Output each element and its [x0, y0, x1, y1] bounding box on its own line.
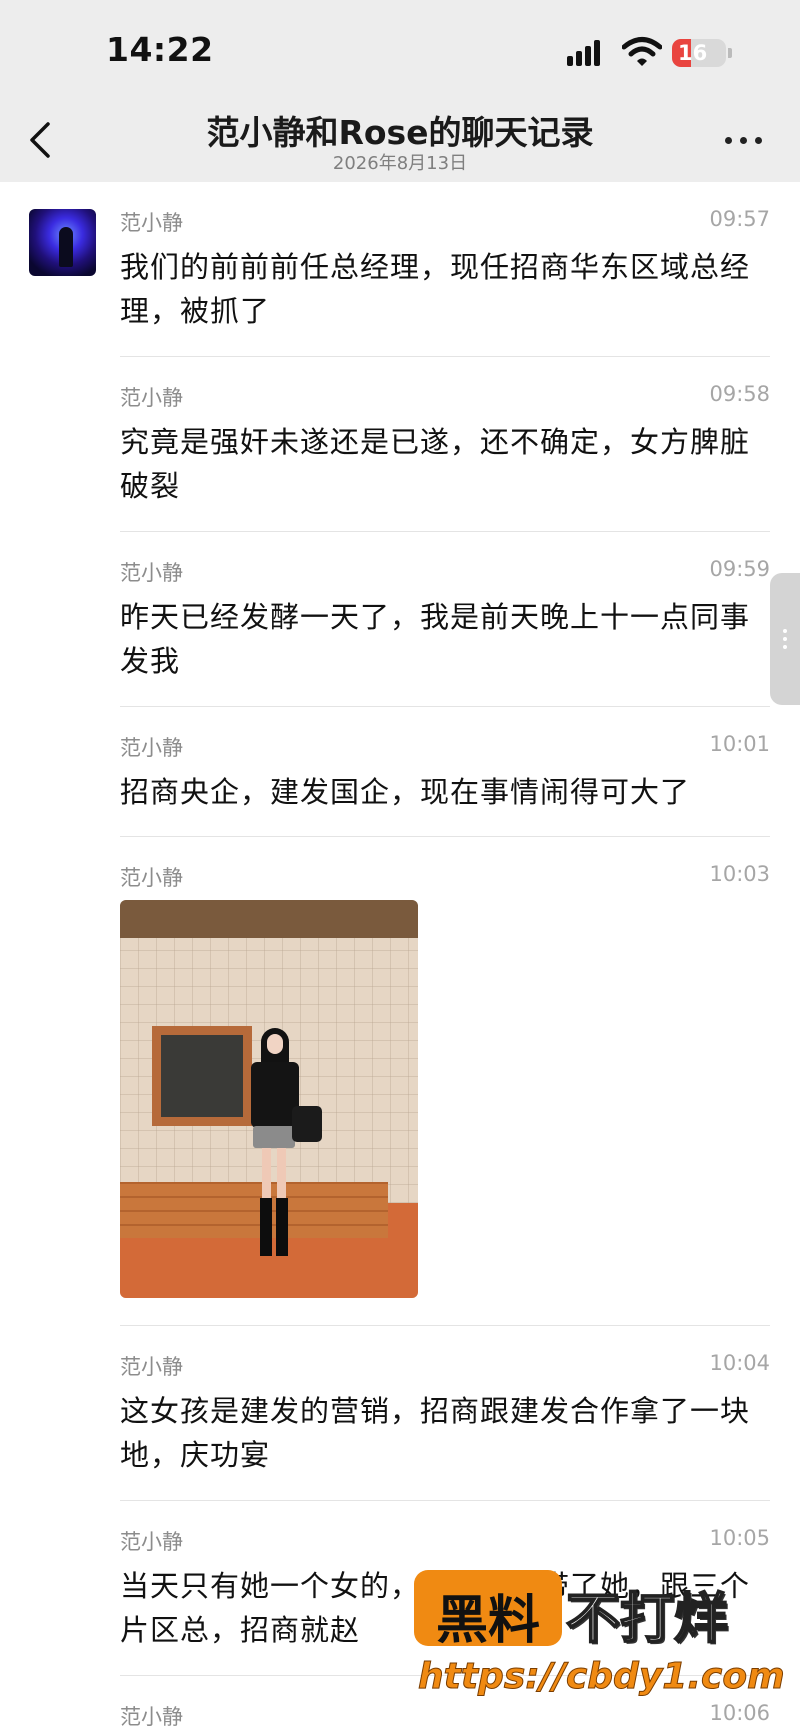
battery-cap [728, 48, 732, 58]
more-dot [740, 137, 747, 144]
message-text: 昨天已经发酵一天了，我是前天晚上十一点同事发我 [120, 600, 751, 678]
message-sender: 范小静 [120, 386, 183, 410]
side-drag-handle[interactable] [770, 573, 800, 705]
message-text: 究竟是强奸未遂还是已遂，还不确定，女方脾脏破裂 [120, 425, 751, 503]
avatar-figure [59, 227, 73, 267]
divider [120, 1325, 770, 1326]
watermark-url: https://cbdy1.com [418, 1656, 786, 1698]
handle-dot [783, 629, 787, 633]
message-time: 09:59 [709, 557, 770, 581]
message-photo[interactable] [120, 900, 418, 1298]
watermark-badge-text: 黑料 [435, 1591, 540, 1651]
chat-date: 2026年8月13日 [332, 153, 468, 174]
message-sender: 范小静 [120, 561, 183, 585]
header-bar: 14:22 16 范小静和Rose的聊天记录 2026年8月13日 [0, 0, 800, 182]
watermark-brand: 不打烊 [565, 1586, 729, 1651]
message-time: 10:01 [709, 732, 770, 756]
battery-icon: 16 [672, 39, 726, 67]
handle-dot [783, 637, 787, 641]
cellular-signal-icon [567, 40, 611, 66]
message-time: 09:57 [709, 207, 770, 231]
photo-person-leg [277, 1148, 286, 1204]
photo-person-skirt [253, 1126, 295, 1148]
divider [120, 531, 770, 532]
divider [120, 706, 770, 707]
message-item[interactable]: 范小静 10:06 [120, 1701, 770, 1731]
divider [120, 1500, 770, 1501]
watermark-badge: 黑料 [414, 1570, 562, 1651]
message-sender: 范小静 [120, 1530, 183, 1554]
message-sender: 范小静 [120, 1355, 183, 1379]
photo-person-boot [276, 1198, 288, 1256]
message-sender: 范小静 [120, 736, 183, 760]
more-dot [725, 137, 732, 144]
status-time: 14:22 [106, 30, 214, 69]
battery-level: 16 [678, 41, 708, 65]
message-sender: 范小静 [120, 1705, 183, 1729]
message-time: 10:03 [709, 862, 770, 886]
message-time: 10:06 [709, 1701, 770, 1725]
message-time: 09:58 [709, 382, 770, 406]
avatar[interactable] [29, 209, 96, 276]
message-time: 10:04 [709, 1351, 770, 1375]
more-dot [755, 137, 762, 144]
photo-ceiling [120, 900, 418, 938]
message-sender: 范小静 [120, 866, 183, 890]
wifi-icon [622, 37, 662, 66]
message-sender: 范小静 [120, 211, 183, 235]
more-button[interactable] [725, 124, 767, 154]
message-text: 我们的前前前任总经理，现任招商华东区域总经理，被抓了 [120, 250, 751, 328]
page-title: 范小静和Rose的聊天记录 [206, 113, 594, 152]
photo-handbag [292, 1106, 322, 1142]
message-item[interactable]: 范小静 10:03 [120, 862, 770, 892]
photo-person-leg [262, 1148, 271, 1204]
photo-chalkboard [161, 1035, 243, 1117]
divider [120, 836, 770, 837]
photo-bench [120, 1182, 388, 1238]
message-text: 这女孩是建发的营销，招商跟建发合作拿了一块地，庆功宴 [120, 1394, 751, 1472]
handle-dot [783, 645, 787, 649]
photo-person-face [267, 1034, 283, 1054]
photo-person-boot [260, 1198, 272, 1256]
message-time: 10:05 [709, 1526, 770, 1550]
divider [120, 356, 770, 357]
message-text: 招商央企，建发国企，现在事情闹得可大了 [120, 775, 691, 809]
